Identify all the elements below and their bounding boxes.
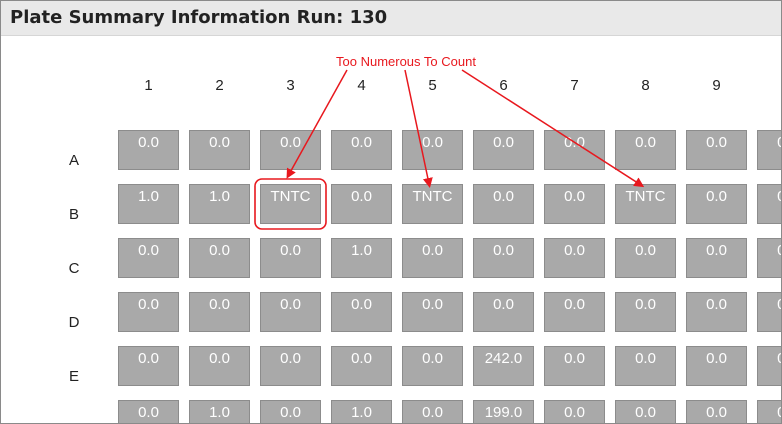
well-cell[interactable]: 1.0 — [189, 184, 250, 224]
well-cell[interactable]: 0.0 — [544, 346, 605, 386]
well-cell[interactable]: 0.0 — [260, 400, 321, 423]
well-cell[interactable]: 0.0 — [473, 130, 534, 170]
annotation-label: Too Numerous To Count — [336, 54, 476, 69]
well-cell[interactable]: 0.0 — [118, 346, 179, 386]
well-cell[interactable]: 0.0 — [402, 400, 463, 423]
plate-summary-panel: Plate Summary Information Run: 130 Too N… — [0, 0, 782, 424]
well-cell[interactable]: 0.0 — [189, 130, 250, 170]
well-cell[interactable]: 0.0 — [757, 238, 781, 278]
column-header: 2 — [215, 77, 224, 94]
well-cell[interactable]: 0.0 — [757, 292, 781, 332]
row-label: A — [68, 152, 79, 169]
well-cell[interactable]: 0.0 — [686, 130, 747, 170]
title-bar: Plate Summary Information Run: 130 — [1, 1, 781, 36]
well-cell[interactable]: 0.0 — [402, 292, 463, 332]
well-cell[interactable]: 0.0 — [757, 130, 781, 170]
well-cell[interactable]: 1.0 — [331, 238, 392, 278]
well-cell[interactable]: 0.0 — [118, 130, 179, 170]
column-header: 6 — [499, 77, 508, 94]
well-cell[interactable]: 0.0 — [260, 238, 321, 278]
row-label: D — [68, 314, 80, 331]
well-cell[interactable]: 0.0 — [686, 292, 747, 332]
well-cell[interactable]: TNTC — [402, 184, 463, 224]
panel-title: Plate Summary Information Run: 130 — [10, 7, 388, 28]
well-cell[interactable]: 0.0 — [757, 400, 781, 423]
column-header: 7 — [570, 77, 579, 94]
well-cell[interactable]: 0.0 — [686, 238, 747, 278]
well-cell[interactable]: 0.0 — [118, 292, 179, 332]
well-cell[interactable]: 0.0 — [331, 292, 392, 332]
well-cell[interactable]: 0.0 — [402, 130, 463, 170]
well-cell[interactable]: 0.0 — [686, 400, 747, 423]
well-cell[interactable]: 242.0 — [473, 346, 534, 386]
well-cell[interactable]: 0.0 — [544, 292, 605, 332]
well-cell[interactable]: 0.0 — [189, 346, 250, 386]
well-cell[interactable]: 0.0 — [260, 346, 321, 386]
well-cell[interactable]: 0.0 — [260, 292, 321, 332]
well-cell[interactable]: 0.0 — [544, 238, 605, 278]
column-header: 5 — [428, 77, 437, 94]
well-cell[interactable]: 0.0 — [686, 346, 747, 386]
well-cell[interactable]: 0.0 — [615, 346, 676, 386]
well-cell[interactable]: 0.0 — [331, 346, 392, 386]
well-cell[interactable]: 0.0 — [473, 184, 534, 224]
well-cell[interactable]: 0.0 — [615, 400, 676, 423]
well-cell[interactable]: 0.0 — [118, 400, 179, 423]
well-cell[interactable]: 0.0 — [615, 292, 676, 332]
well-cell[interactable]: 0.0 — [331, 184, 392, 224]
well-cell[interactable]: TNTC — [615, 184, 676, 224]
well-cell[interactable]: 0.0 — [686, 184, 747, 224]
well-cell[interactable]: 0.0 — [615, 238, 676, 278]
plate-grid: Too Numerous To Count 1 2 3 4 5 6 7 8 9 A 0.0 0.0 0.… — [4, 37, 781, 423]
column-header: 4 — [357, 77, 366, 94]
column-header: 9 — [712, 77, 721, 94]
well-cell[interactable]: 1.0 — [331, 400, 392, 423]
well-cell[interactable]: 0.0 — [615, 130, 676, 170]
row-label: E — [68, 368, 79, 385]
well-cell[interactable]: 199.0 — [473, 400, 534, 423]
well-cell[interactable]: TNTC — [260, 184, 321, 224]
well-cell[interactable]: 0.0 — [473, 292, 534, 332]
well-cell[interactable]: 1.0 — [189, 400, 250, 423]
well-cell[interactable]: 1.0 — [118, 184, 179, 224]
well-cell[interactable]: 0.0 — [757, 346, 781, 386]
column-header: 3 — [286, 77, 295, 94]
well-cell[interactable]: 0.0 — [118, 238, 179, 278]
well-cell[interactable]: 0.0 — [331, 130, 392, 170]
well-cell[interactable]: 0.0 — [544, 400, 605, 423]
well-cell[interactable]: 0.0 — [757, 184, 781, 224]
column-header: 1 — [144, 77, 153, 94]
well-cell[interactable]: 0.0 — [402, 346, 463, 386]
column-header: 8 — [641, 77, 650, 94]
well-cell[interactable]: 0.0 — [473, 238, 534, 278]
row-label: C — [68, 260, 80, 277]
well-cell[interactable]: 0.0 — [402, 238, 463, 278]
well-cell[interactable]: 0.0 — [544, 130, 605, 170]
well-cell[interactable]: 0.0 — [189, 238, 250, 278]
well-cell[interactable]: 0.0 — [189, 292, 250, 332]
well-cell[interactable]: 0.0 — [260, 130, 321, 170]
row-label: B — [68, 206, 79, 223]
well-cell[interactable]: 0.0 — [544, 184, 605, 224]
